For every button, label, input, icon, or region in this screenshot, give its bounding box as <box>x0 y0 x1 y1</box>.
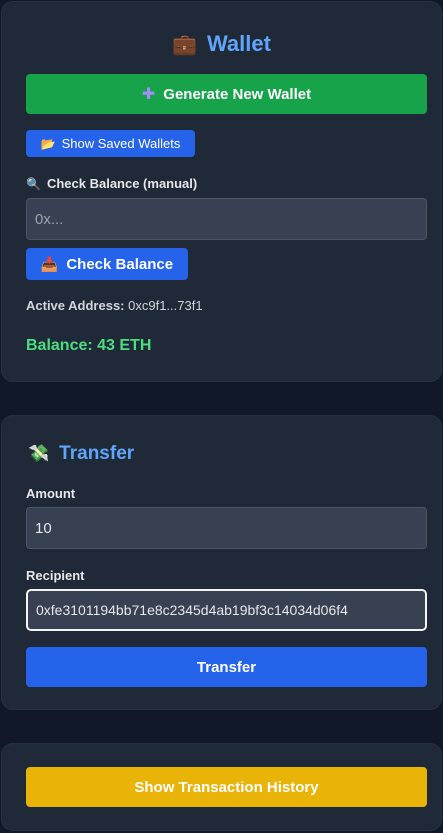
active-address-value: 0xc9f1...73f1 <box>128 298 203 313</box>
check-balance-label: Check Balance <box>66 255 174 273</box>
history-card: Show Transaction History <box>1 743 442 831</box>
address-input[interactable] <box>26 198 427 240</box>
amount-input[interactable] <box>26 507 427 549</box>
recipient-label: Recipient <box>26 568 85 583</box>
show-saved-wallets-button[interactable]: 📂 Show Saved Wallets <box>26 130 195 157</box>
folder-icon: 📂 <box>40 136 56 151</box>
check-balance-button[interactable]: 📥 Check Balance <box>26 248 188 280</box>
active-address-label: Active Address: <box>26 298 125 313</box>
wallet-heading: 💼 Wallet <box>2 31 441 57</box>
transfer-card: 💸 Transfer Amount Recipient Transfer <box>1 415 442 710</box>
sparkle-icon: ✚ <box>141 86 156 103</box>
check-balance-heading: 🔍 Check Balance (manual) <box>26 176 197 191</box>
transfer-button[interactable]: Transfer <box>26 647 427 687</box>
show-saved-wallets-label: Show Saved Wallets <box>61 136 181 151</box>
inbox-tray-icon: 📥 <box>40 255 59 272</box>
show-transaction-history-button[interactable]: Show Transaction History <box>26 767 427 807</box>
generate-wallet-label: Generate New Wallet <box>163 85 312 103</box>
recipient-input[interactable] <box>26 589 427 631</box>
transfer-heading: 💸 Transfer <box>28 443 134 465</box>
wallet-card: 💼 Wallet ✚ Generate New Wallet 📂 Show Sa… <box>1 1 442 382</box>
briefcase-icon: 💼 <box>172 33 197 56</box>
active-address: Active Address: 0xc9f1...73f1 <box>26 298 203 313</box>
wallet-title: Wallet <box>206 31 271 56</box>
money-with-wings-icon: 💸 <box>28 444 50 463</box>
generate-wallet-button[interactable]: ✚ Generate New Wallet <box>26 74 427 114</box>
magnifier-icon: 🔍 <box>26 176 41 191</box>
amount-label: Amount <box>26 486 76 501</box>
transfer-title: Transfer <box>59 443 135 464</box>
balance-display: Balance: 43 ETH <box>26 337 152 354</box>
check-balance-heading-text: Check Balance (manual) <box>46 176 198 191</box>
